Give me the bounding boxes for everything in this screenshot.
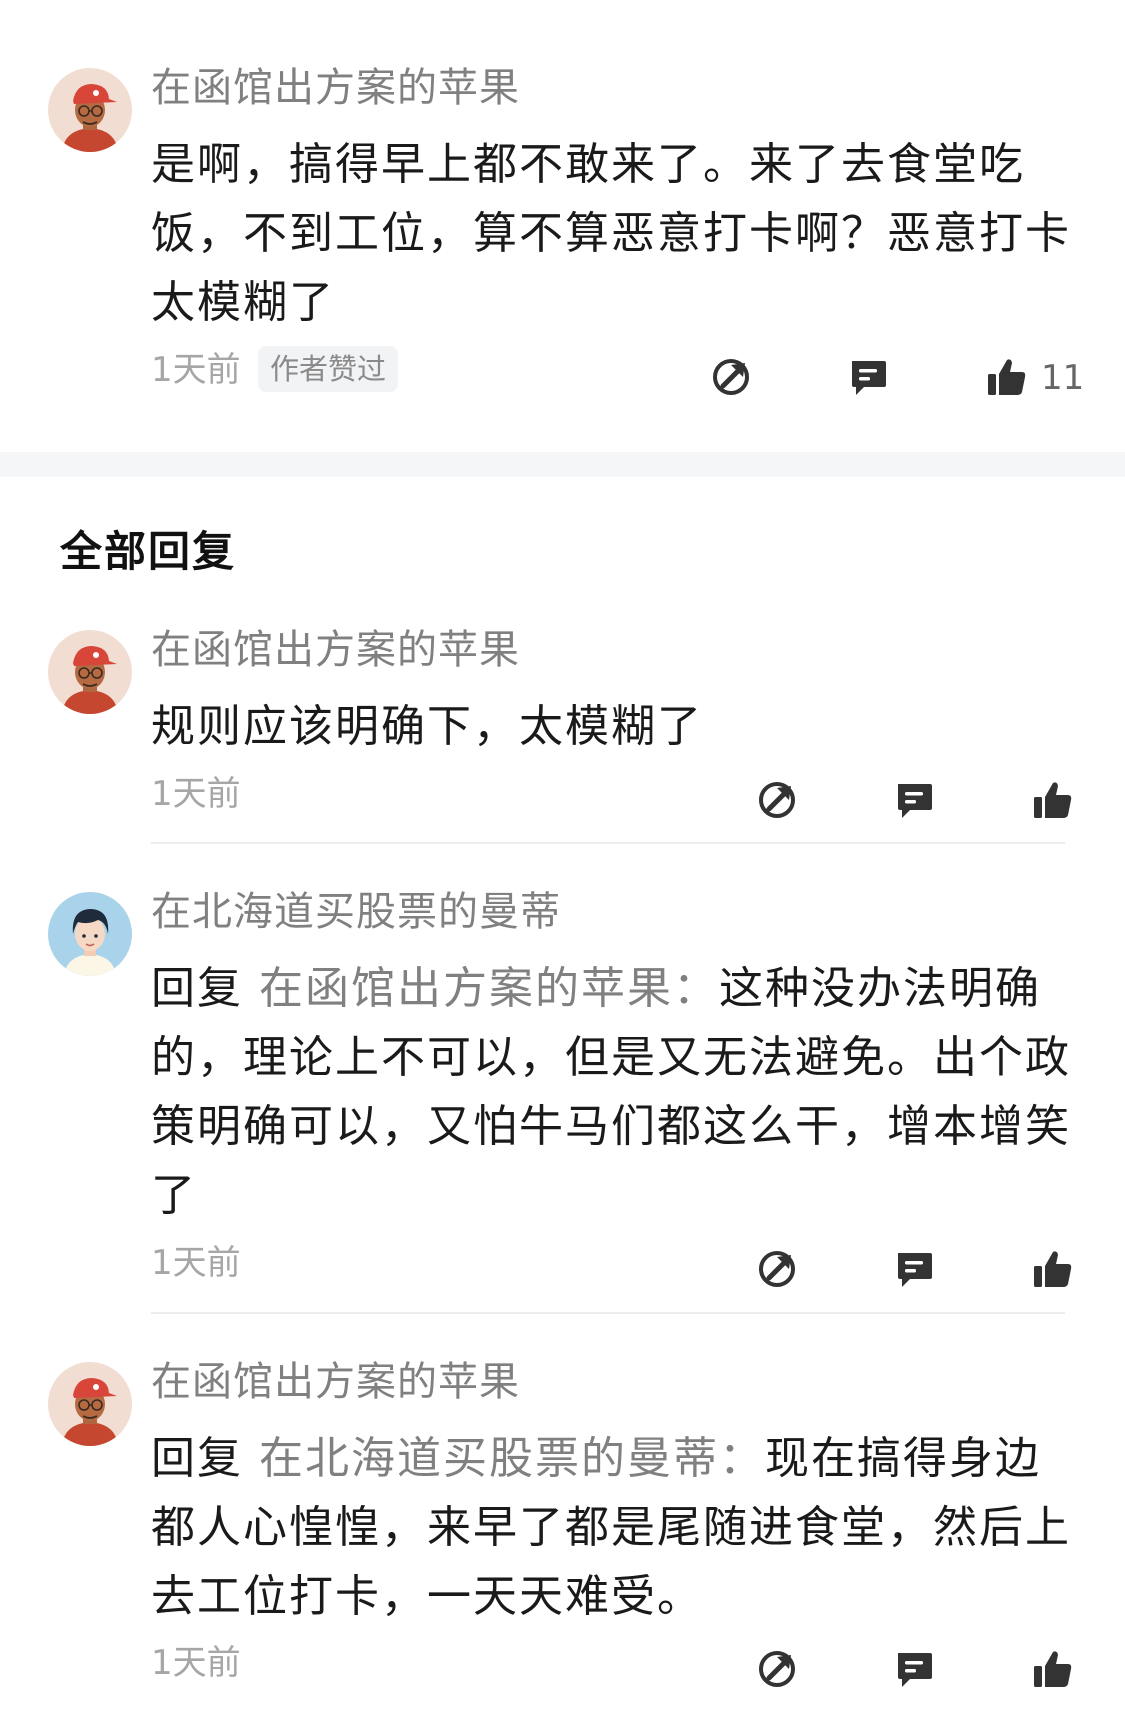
comment-icon[interactable] bbox=[846, 355, 890, 399]
thumbs-up-icon[interactable] bbox=[984, 355, 1028, 399]
avatar[interactable] bbox=[48, 1362, 132, 1446]
reply-separator bbox=[151, 842, 1065, 844]
reply-text: 回复 在函馆出方案的苹果：这种没办法明确的，理论上不可以，但是又无法避免。出个政… bbox=[151, 954, 1071, 1230]
reply-author[interactable]: 在函馆出方案的苹果 bbox=[151, 1358, 520, 1406]
reply-mention[interactable]: 在北海道买股票的曼蒂： bbox=[259, 1433, 765, 1484]
avatar[interactable] bbox=[48, 630, 132, 714]
reply-time: 1天前 bbox=[151, 1643, 241, 1683]
reply-text: 规则应该明确下，太模糊了 bbox=[151, 701, 703, 752]
reply-prefix: 回复 bbox=[151, 1433, 243, 1484]
reply-prefix: 回复 bbox=[151, 963, 243, 1014]
like-count: 11 bbox=[1041, 358, 1085, 398]
share-icon[interactable] bbox=[755, 778, 799, 822]
reply-text: 回复 在北海道买股票的曼蒂：现在搞得身边都人心惶惶，来早了都是尾随进食堂，然后上… bbox=[151, 1424, 1071, 1631]
avatar[interactable] bbox=[48, 68, 132, 152]
author-liked-badge: 作者赞过 bbox=[258, 346, 399, 392]
comment-author[interactable]: 在函馆出方案的苹果 bbox=[151, 64, 520, 112]
comment-time: 1天前 bbox=[151, 350, 241, 390]
section-divider bbox=[0, 452, 1125, 477]
reply-author[interactable]: 在函馆出方案的苹果 bbox=[151, 626, 520, 674]
thumbs-up-icon[interactable] bbox=[1030, 1647, 1074, 1691]
share-icon[interactable] bbox=[709, 355, 753, 399]
thumbs-up-icon[interactable] bbox=[1030, 778, 1074, 822]
reply-author[interactable]: 在北海道买股票的曼蒂 bbox=[151, 888, 561, 936]
reply-mention[interactable]: 在函馆出方案的苹果： bbox=[259, 963, 719, 1014]
comment-icon[interactable] bbox=[892, 778, 936, 822]
comment-icon[interactable] bbox=[892, 1247, 936, 1291]
reply-time: 1天前 bbox=[151, 1243, 241, 1283]
comment-text: 是啊，搞得早上都不敢来了。来了去食堂吃饭，不到工位，算不算恶意打卡啊？恶意打卡太… bbox=[151, 139, 1071, 328]
avatar[interactable] bbox=[48, 892, 132, 976]
share-icon[interactable] bbox=[755, 1247, 799, 1291]
thumbs-up-icon[interactable] bbox=[1030, 1247, 1074, 1291]
comment-icon[interactable] bbox=[892, 1647, 936, 1691]
reply-time: 1天前 bbox=[151, 774, 241, 814]
section-title: 全部回复 bbox=[60, 527, 237, 576]
reply-separator bbox=[151, 1312, 1065, 1314]
share-icon[interactable] bbox=[755, 1647, 799, 1691]
